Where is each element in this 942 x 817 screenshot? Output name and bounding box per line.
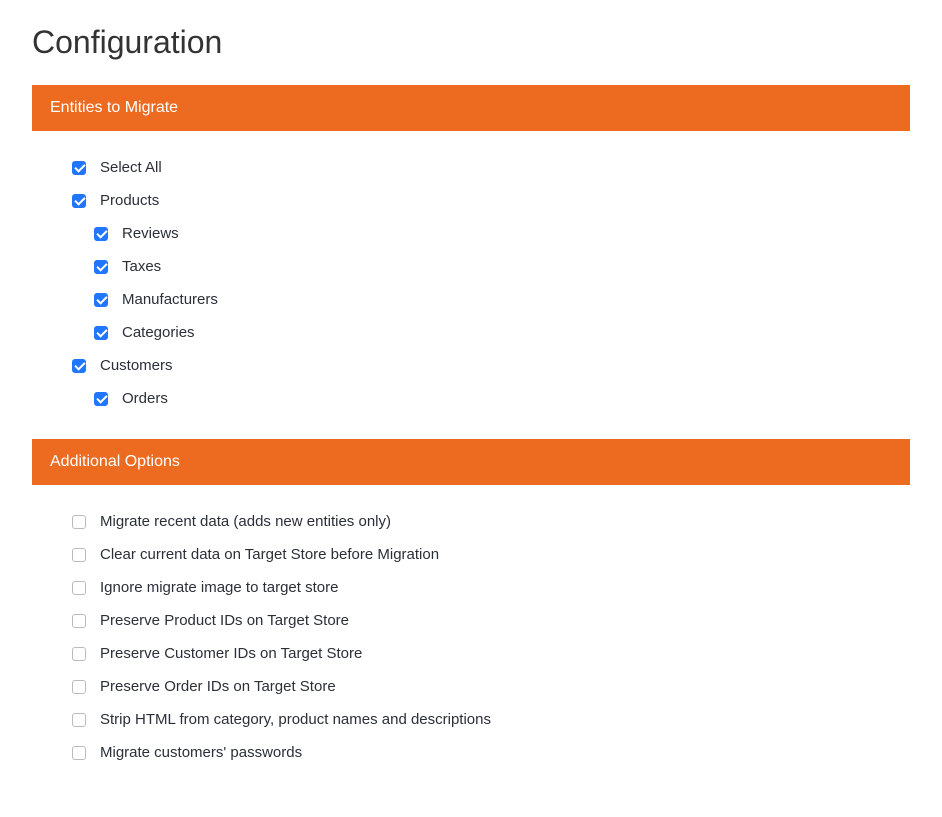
entity-row-orders: Orders [72, 382, 910, 415]
option-checkbox-preserve-customer-ids-on-target-store[interactable] [72, 647, 86, 661]
entity-label-customers[interactable]: Customers [100, 355, 173, 376]
option-label-migrate-recent-data-adds-new-entities-only[interactable]: Migrate recent data (adds new entities o… [100, 511, 391, 532]
option-label-ignore-migrate-image-to-target-store[interactable]: Ignore migrate image to target store [100, 577, 338, 598]
entity-checkbox-taxes[interactable] [94, 260, 108, 274]
options-list: Migrate recent data (adds new entities o… [32, 505, 910, 793]
option-row-preserve-customer-ids-on-target-store: Preserve Customer IDs on Target Store [72, 637, 910, 670]
option-label-preserve-product-ids-on-target-store[interactable]: Preserve Product IDs on Target Store [100, 610, 349, 631]
page-title: Configuration [32, 24, 910, 61]
entity-label-taxes[interactable]: Taxes [122, 256, 161, 277]
option-row-clear-current-data-on-target-store-before-migration: Clear current data on Target Store befor… [72, 538, 910, 571]
entity-checkbox-customers[interactable] [72, 359, 86, 373]
option-label-migrate-customers-passwords[interactable]: Migrate customers' passwords [100, 742, 302, 763]
option-row-migrate-customers-passwords: Migrate customers' passwords [72, 736, 910, 769]
option-row-ignore-migrate-image-to-target-store: Ignore migrate image to target store [72, 571, 910, 604]
page-container: Configuration Entities to Migrate Select… [0, 0, 942, 817]
entity-row-customers: Customers [72, 349, 910, 382]
option-row-strip-html-from-category-product-names-and-descriptions: Strip HTML from category, product names … [72, 703, 910, 736]
options-section-header: Additional Options [32, 439, 910, 485]
entity-checkbox-categories[interactable] [94, 326, 108, 340]
option-checkbox-migrate-recent-data-adds-new-entities-only[interactable] [72, 515, 86, 529]
entity-checkbox-reviews[interactable] [94, 227, 108, 241]
entity-label-categories[interactable]: Categories [122, 322, 195, 343]
option-row-preserve-order-ids-on-target-store: Preserve Order IDs on Target Store [72, 670, 910, 703]
entity-row-categories: Categories [72, 316, 910, 349]
entity-label-manufacturers[interactable]: Manufacturers [122, 289, 218, 310]
entity-row-manufacturers: Manufacturers [72, 283, 910, 316]
entity-row-select-all: Select All [72, 151, 910, 184]
entity-row-taxes: Taxes [72, 250, 910, 283]
option-label-clear-current-data-on-target-store-before-migration[interactable]: Clear current data on Target Store befor… [100, 544, 439, 565]
option-label-strip-html-from-category-product-names-and-descriptions[interactable]: Strip HTML from category, product names … [100, 709, 491, 730]
option-checkbox-preserve-product-ids-on-target-store[interactable] [72, 614, 86, 628]
entity-label-orders[interactable]: Orders [122, 388, 168, 409]
entity-label-reviews[interactable]: Reviews [122, 223, 179, 244]
option-checkbox-strip-html-from-category-product-names-and-descriptions[interactable] [72, 713, 86, 727]
entity-label-select-all[interactable]: Select All [100, 157, 162, 178]
option-checkbox-preserve-order-ids-on-target-store[interactable] [72, 680, 86, 694]
option-row-migrate-recent-data-adds-new-entities-only: Migrate recent data (adds new entities o… [72, 505, 910, 538]
entity-label-products[interactable]: Products [100, 190, 159, 211]
entities-list: Select All Products Reviews Taxes Manufactur… [32, 151, 910, 439]
option-checkbox-clear-current-data-on-target-store-before-migration[interactable] [72, 548, 86, 562]
entities-section-header: Entities to Migrate [32, 85, 910, 131]
entity-checkbox-orders[interactable] [94, 392, 108, 406]
entity-checkbox-manufacturers[interactable] [94, 293, 108, 307]
entity-checkbox-select-all[interactable] [72, 161, 86, 175]
option-row-preserve-product-ids-on-target-store: Preserve Product IDs on Target Store [72, 604, 910, 637]
option-checkbox-ignore-migrate-image-to-target-store[interactable] [72, 581, 86, 595]
option-label-preserve-customer-ids-on-target-store[interactable]: Preserve Customer IDs on Target Store [100, 643, 362, 664]
option-checkbox-migrate-customers-passwords[interactable] [72, 746, 86, 760]
entity-row-products: Products [72, 184, 910, 217]
option-label-preserve-order-ids-on-target-store[interactable]: Preserve Order IDs on Target Store [100, 676, 336, 697]
entity-row-reviews: Reviews [72, 217, 910, 250]
entity-checkbox-products[interactable] [72, 194, 86, 208]
